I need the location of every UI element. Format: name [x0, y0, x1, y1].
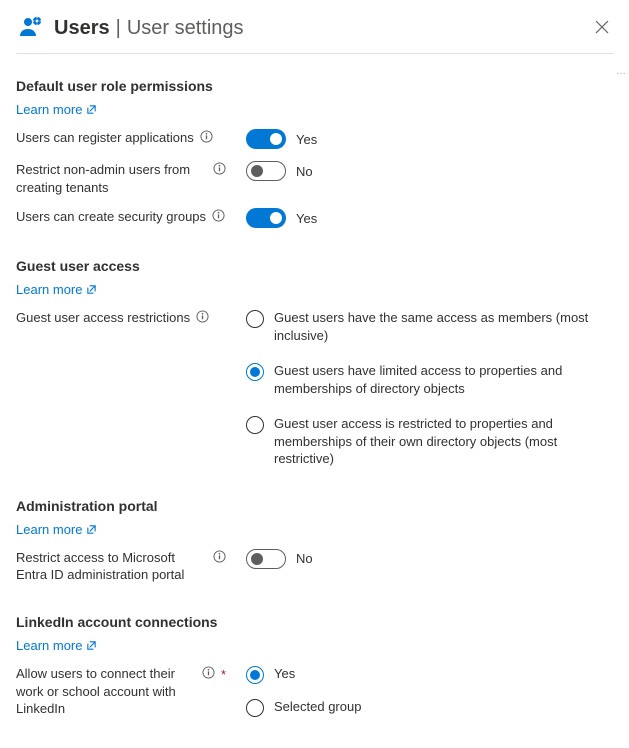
learn-more-link[interactable]: Learn more [16, 282, 97, 297]
overflow-indicator: … [616, 66, 627, 77]
title-divider: | [116, 17, 121, 40]
radio-indicator [246, 416, 264, 434]
section-heading: Guest user access [16, 258, 613, 274]
toggle-register-apps[interactable] [246, 129, 286, 149]
page-title: Users [54, 17, 110, 40]
setting-label: Users can register applications [16, 129, 226, 148]
section-admin-portal: Administration portal Learn more Restric… [16, 480, 613, 584]
info-icon[interactable] [213, 162, 226, 180]
radio-guest-limited[interactable]: Guest users have limited access to prope… [246, 362, 613, 397]
info-icon[interactable] [202, 666, 215, 684]
info-icon[interactable] [213, 550, 226, 568]
setting-restrict-tenants: Restrict non-admin users from creating t… [16, 161, 613, 196]
section-linkedin: LinkedIn account connections Learn more … [16, 596, 613, 718]
learn-more-label: Learn more [16, 638, 82, 653]
label-text: Restrict access to Microsoft Entra ID ad… [16, 549, 207, 584]
radio-group-guest: Guest users have the same access as memb… [226, 309, 613, 468]
info-icon[interactable] [212, 209, 225, 227]
info-icon[interactable] [200, 130, 213, 148]
label-text: Guest user access restrictions [16, 309, 190, 327]
page-subtitle: User settings [127, 17, 244, 40]
radio-linkedin-selected-group[interactable]: Selected group [246, 698, 613, 717]
toggle-security-groups[interactable] [246, 208, 286, 228]
external-link-icon [86, 524, 97, 535]
setting-security-groups: Users can create security groups Yes [16, 208, 613, 228]
radio-label: Guest user access is restricted to prope… [274, 415, 613, 468]
learn-more-label: Learn more [16, 102, 82, 117]
label-text: Restrict non-admin users from creating t… [16, 161, 207, 196]
section-guest-access: Guest user access Learn more Guest user … [16, 240, 613, 468]
toggle-state: No [296, 164, 313, 179]
section-heading: Administration portal [16, 498, 613, 514]
setting-linkedin-connect: Allow users to connect their work or sch… [16, 665, 613, 718]
users-gear-icon [16, 14, 44, 43]
label-text: Users can register applications [16, 129, 194, 147]
close-icon [595, 21, 609, 38]
label-text: Users can create security groups [16, 208, 206, 226]
learn-more-label: Learn more [16, 522, 82, 537]
close-button[interactable] [591, 18, 613, 40]
section-default-role: Default user role permissions Learn more… [16, 60, 613, 228]
radio-guest-restricted[interactable]: Guest user access is restricted to prope… [246, 415, 613, 468]
setting-label: Allow users to connect their work or sch… [16, 665, 226, 718]
radio-indicator [246, 310, 264, 328]
learn-more-label: Learn more [16, 282, 82, 297]
setting-label: Restrict access to Microsoft Entra ID ad… [16, 549, 226, 584]
radio-group-linkedin: Yes Selected group [226, 665, 613, 717]
radio-label: Guest users have limited access to prope… [274, 362, 613, 397]
panel-header: Users | User settings [16, 14, 613, 54]
radio-guest-same-access[interactable]: Guest users have the same access as memb… [246, 309, 613, 344]
toggle-state: Yes [296, 211, 317, 226]
setting-guest-restrictions: Guest user access restrictions Guest use… [16, 309, 613, 468]
external-link-icon [86, 104, 97, 115]
learn-more-link[interactable]: Learn more [16, 522, 97, 537]
radio-label: Selected group [274, 698, 361, 716]
section-heading: Default user role permissions [16, 78, 613, 94]
setting-label: Restrict non-admin users from creating t… [16, 161, 226, 196]
radio-indicator [246, 363, 264, 381]
toggle-state: Yes [296, 132, 317, 147]
toggle-restrict-portal[interactable] [246, 549, 286, 569]
setting-restrict-portal: Restrict access to Microsoft Entra ID ad… [16, 549, 613, 584]
toggle-state: No [296, 551, 313, 566]
setting-register-apps: Users can register applications Yes [16, 129, 613, 149]
radio-indicator [246, 699, 264, 717]
external-link-icon [86, 640, 97, 651]
setting-label: Users can create security groups [16, 208, 226, 227]
info-icon[interactable] [196, 310, 209, 328]
learn-more-link[interactable]: Learn more [16, 638, 97, 653]
section-heading: LinkedIn account connections [16, 614, 613, 630]
radio-linkedin-yes[interactable]: Yes [246, 665, 613, 684]
external-link-icon [86, 284, 97, 295]
radio-indicator [246, 666, 264, 684]
toggle-restrict-tenants[interactable] [246, 161, 286, 181]
radio-label: Yes [274, 665, 295, 683]
radio-label: Guest users have the same access as memb… [274, 309, 613, 344]
label-text: Allow users to connect their work or sch… [16, 665, 196, 718]
learn-more-link[interactable]: Learn more [16, 102, 97, 117]
setting-label: Guest user access restrictions [16, 309, 226, 328]
